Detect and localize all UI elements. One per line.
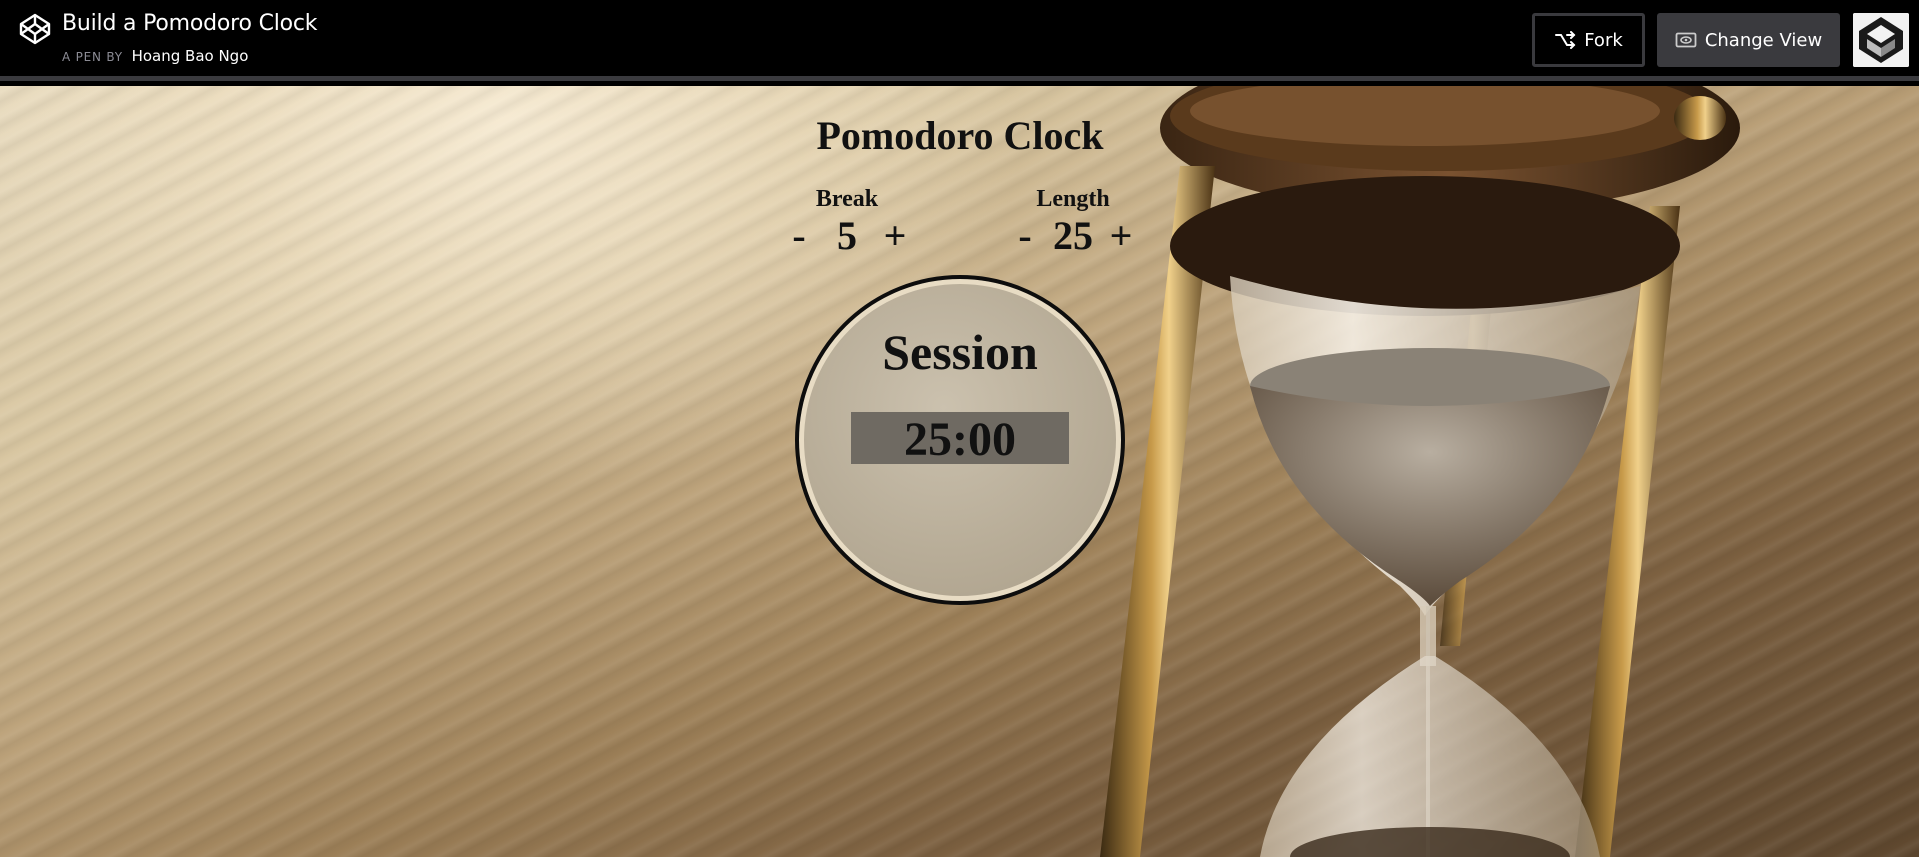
pen-byline: A PEN BY Hoang Bao Ngo: [62, 47, 248, 65]
length-increment-button[interactable]: +: [1109, 214, 1133, 258]
codepen-logo-icon[interactable]: [18, 12, 52, 46]
break-setting: Break - 5 +: [782, 186, 912, 258]
change-view-button[interactable]: Change View: [1657, 13, 1840, 67]
pen-by-prefix: A PEN BY: [62, 50, 123, 64]
change-view-label: Change View: [1704, 29, 1823, 51]
app-title: Pomodoro Clock: [816, 113, 1104, 158]
user-avatar[interactable]: [1853, 13, 1909, 67]
session-clock[interactable]: Session 25:00: [795, 275, 1125, 605]
top-bar: Build a Pomodoro Clock A PEN BY Hoang Ba…: [0, 0, 1919, 81]
length-label: Length: [1036, 186, 1110, 212]
break-increment-button[interactable]: +: [883, 214, 907, 258]
length-controls: - 25 +: [1008, 214, 1138, 258]
length-setting: Length - 25 +: [1008, 186, 1138, 258]
pen-title: Build a Pomodoro Clock: [62, 11, 318, 36]
eye-icon: [1675, 32, 1697, 48]
fork-icon: [1555, 31, 1576, 49]
break-label: Break: [815, 186, 879, 212]
codepen-avatar-icon: [1853, 13, 1909, 67]
length-value: 25: [1053, 213, 1093, 258]
break-controls: - 5 +: [782, 214, 912, 258]
timer-display: 25:00: [851, 412, 1069, 466]
break-decrement-button[interactable]: -: [787, 214, 811, 258]
session-label: Session: [882, 324, 1038, 380]
break-value: 5: [837, 213, 857, 258]
fork-button[interactable]: Fork: [1532, 13, 1645, 67]
fork-label: Fork: [1584, 29, 1623, 51]
length-decrement-button[interactable]: -: [1013, 214, 1037, 258]
hourglass-image: [1100, 86, 1740, 857]
pen-author-link[interactable]: Hoang Bao Ngo: [132, 47, 249, 65]
